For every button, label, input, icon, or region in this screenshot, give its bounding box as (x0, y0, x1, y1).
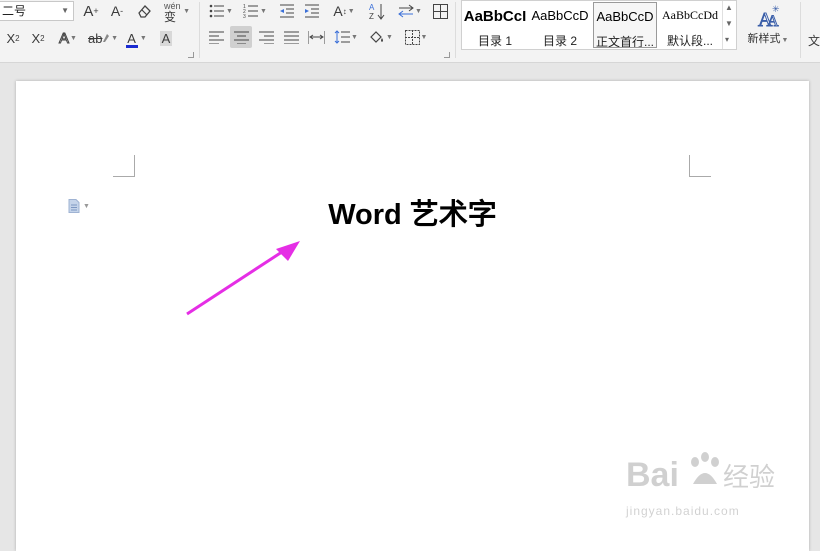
borders-button[interactable]: ▼ (402, 27, 430, 47)
font-color-bar (126, 44, 139, 48)
swap-icon (398, 4, 414, 18)
style-gallery: AaBbCcI 目录 1 AaBbCcD 目录 2 AaBbCcD 正文首行..… (461, 0, 737, 50)
align-left-button[interactable] (206, 27, 226, 47)
borders-icon (404, 29, 420, 45)
align-center-button[interactable] (230, 26, 252, 48)
grid-icon (432, 3, 448, 19)
superscript-button[interactable]: X2 (2, 28, 24, 48)
document-page[interactable]: ▼ Word 艺术字 Bai 经验 jingyan.baidu.com (16, 81, 809, 551)
numbered-list-icon: 123 (243, 4, 259, 18)
chevron-down-icon[interactable]: ▼ (725, 19, 733, 28)
grow-font-button[interactable]: A + (80, 1, 102, 21)
svg-text:A: A (369, 3, 375, 12)
style-item-default-para[interactable]: AaBbCcDd 默认段... (658, 2, 722, 48)
partial-toolbar-button[interactable]: 文 (808, 30, 820, 50)
chevron-down-icon: ▼ (61, 6, 69, 15)
paragraph-dialog-launcher[interactable] (444, 52, 450, 58)
numbered-list-button[interactable]: 123 ▼ (241, 1, 269, 21)
bullet-list-icon (209, 4, 225, 18)
bullet-list-button[interactable]: ▼ (207, 1, 235, 21)
shading-button[interactable]: ▼ (367, 27, 395, 47)
align-right-button[interactable] (256, 27, 276, 47)
font-size-select[interactable]: 二号 ▼ (0, 1, 74, 21)
font-color-button[interactable]: A ▼ (124, 28, 150, 48)
decrease-indent-button[interactable] (277, 1, 297, 21)
font-dialog-launcher[interactable] (188, 52, 194, 58)
sort-button[interactable]: AZ (366, 1, 388, 21)
justify-icon (283, 31, 299, 44)
ribbon-toolbar: 二号 ▼ A + A- wén 变 ▼ X2 X2 A ▼ ab ▼ A ▼ A… (0, 0, 820, 63)
svg-text:✳: ✳ (772, 4, 780, 14)
font-size-value: 二号 (2, 4, 27, 18)
separator (199, 2, 200, 58)
document-title[interactable]: Word 艺术字 (16, 191, 809, 233)
sort-icon: AZ (369, 3, 385, 20)
char-shading-button[interactable]: A (156, 28, 176, 48)
margin-corner-mark (689, 155, 711, 177)
table-borders-button[interactable] (430, 1, 450, 21)
svg-text:3: 3 (243, 14, 246, 18)
style-item-toc1[interactable]: AaBbCcI 目录 1 (463, 2, 527, 48)
increase-indent-icon (305, 4, 319, 18)
separator (800, 2, 801, 58)
increase-indent-button[interactable] (302, 1, 322, 21)
svg-text:Z: Z (369, 12, 374, 20)
line-spacing-icon (334, 30, 351, 44)
chevron-up-icon[interactable]: ▲ (725, 3, 733, 12)
margin-corner-mark (113, 155, 135, 177)
eraser-icon (138, 5, 151, 18)
gallery-scrollbar[interactable]: ▲ ▼ ▾ (722, 1, 736, 49)
highlight-button[interactable]: ab ▼ (88, 28, 118, 48)
style-item-body-indent[interactable]: AaBbCcD 正文首行... (593, 2, 657, 48)
pointer-arrow-icon (186, 241, 300, 316)
show-hide-button[interactable]: ▼ (396, 1, 424, 21)
justify-button[interactable] (281, 27, 301, 47)
text-effect-button[interactable]: A ▼ (54, 28, 82, 48)
align-center-icon (233, 31, 249, 44)
svg-text:A: A (767, 13, 779, 28)
svg-text:经验: 经验 (723, 463, 775, 493)
clear-format-button[interactable] (134, 1, 154, 21)
align-right-icon (258, 31, 274, 44)
paint-bucket-icon (370, 31, 384, 43)
subscript-button[interactable]: X2 (27, 28, 49, 48)
new-style-icon: A A ✳ (758, 4, 781, 28)
shrink-font-button[interactable]: A- (106, 1, 128, 21)
style-item-toc2[interactable]: AaBbCcD 目录 2 (528, 2, 592, 48)
distributed-button[interactable] (305, 27, 327, 47)
line-spacing-button[interactable]: ▼ (332, 27, 360, 47)
highlighter-icon (103, 34, 110, 42)
phonetic-guide-button[interactable]: wén 变 ▼ (160, 1, 190, 24)
decrease-indent-icon (280, 4, 294, 18)
gallery-expand-icon[interactable]: ▾ (725, 35, 729, 44)
align-left-icon (208, 31, 224, 44)
distributed-icon (307, 30, 325, 44)
watermark-brand: Bai (626, 456, 679, 494)
separator (455, 2, 456, 58)
text-direction-button[interactable]: A ↕ ▼ (330, 1, 358, 21)
baidu-watermark: Bai 经验 jingyan.baidu.com (626, 436, 786, 518)
new-style-button[interactable]: A A ✳ 新样式▼ (742, 2, 794, 48)
